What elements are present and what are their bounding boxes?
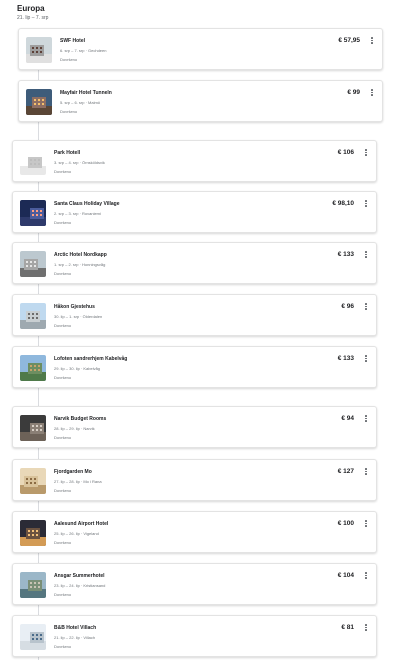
lofoten-photo <box>20 355 46 381</box>
trip-dates: 21. lip – 7. srp <box>17 15 49 21</box>
hotel-price: € 100 <box>337 520 354 527</box>
hotel-card[interactable]: SWF Hotel 6. srp – 7. srp · Gechdeen Dovrš… <box>18 28 383 70</box>
more-options-icon[interactable] <box>361 622 371 633</box>
hotel-card[interactable]: Narvik Budget Rooms 28. lip – 29. lip · N… <box>12 406 377 448</box>
hotel-card[interactable]: B&B Hotel Villach 21. lip – 22. lip · Vil… <box>12 615 377 657</box>
hotel-card[interactable]: Fjordgarden Mo 27. lip – 28. lip · Mo i R… <box>12 459 377 501</box>
more-options-icon[interactable] <box>361 353 371 364</box>
hotel-price: € 133 <box>337 355 354 362</box>
hotel-price: € 99 <box>347 89 360 96</box>
hotel-price: € 133 <box>337 251 354 258</box>
more-options-icon[interactable] <box>361 147 371 158</box>
hotel-name[interactable]: Håkon Gjestehus <box>54 304 95 310</box>
ansgar-hotel-photo <box>20 572 46 598</box>
hotel-card[interactable]: Håkon Gjestehus 30. lip – 1. srp · Ölderd… <box>12 294 377 336</box>
booking-status: Dovršeno <box>54 540 72 545</box>
hotel-price: € 57,95 <box>338 37 360 44</box>
booking-status: Dovršeno <box>54 323 72 328</box>
booking-status: Dovršeno <box>54 435 72 440</box>
hotel-dates: 3. srp – 4. srp · Örnsköldsvik <box>54 160 105 165</box>
hotel-name[interactable]: Santa Claus Holiday Village <box>54 201 120 207</box>
more-options-icon[interactable] <box>367 35 377 46</box>
hotel-dates: 5. srp – 6. srp · Malmö <box>60 100 101 105</box>
hotel-card[interactable]: Aalesund Airport Hotel 25. lip – 26. lip … <box>12 511 377 553</box>
hotel-card[interactable]: Arctic Hotel Nordkapp 1. srp – 2. srp · H… <box>12 242 377 284</box>
more-options-icon[interactable] <box>361 518 371 529</box>
hotel-name[interactable]: Lofoten sandrerhjem Kabelvåg <box>54 356 127 362</box>
hotel-price: € 127 <box>337 468 354 475</box>
booking-status: Dovršeno <box>60 57 78 62</box>
hotel-price: € 106 <box>337 149 354 156</box>
mayfair-hotel-photo <box>26 89 52 115</box>
arctic-hotel-photo <box>20 251 46 277</box>
swf-hotel-photo <box>26 37 52 63</box>
more-options-icon[interactable] <box>361 413 371 424</box>
hotel-dates: 25. lip – 26. lip · Vigeland <box>54 531 99 536</box>
hotel-dates: 2. srp – 3. srp · Rovaniemi <box>54 211 101 216</box>
hakon-gjestehus-photo <box>20 303 46 329</box>
park-hotell-photo <box>20 149 46 175</box>
hotel-name[interactable]: Aalesund Airport Hotel <box>54 521 108 527</box>
more-options-icon[interactable] <box>361 198 371 209</box>
narvik-rooms-photo <box>20 415 46 441</box>
hotel-card[interactable]: Park Hotell 3. srp – 4. srp · Örnsköldsvi… <box>12 140 377 182</box>
bb-villach-photo <box>20 624 46 650</box>
hotel-price: € 98,10 <box>332 200 354 207</box>
more-options-icon[interactable] <box>361 466 371 477</box>
hotel-card[interactable]: Santa Claus Holiday Village 2. srp – 3. s… <box>12 191 377 233</box>
santa-claus-village-photo <box>20 200 46 226</box>
hotel-dates: 27. lip – 28. lip · Mo i Rana <box>54 479 102 484</box>
more-options-icon[interactable] <box>367 87 377 98</box>
hotel-dates: 21. lip – 22. lip · Villach <box>54 635 96 640</box>
booking-status: Dovršeno <box>54 169 72 174</box>
hotel-card[interactable]: Lofoten sandrerhjem Kabelvåg 29. lip – 30… <box>12 346 377 388</box>
hotel-name[interactable]: Narvik Budget Rooms <box>54 416 106 422</box>
more-options-icon[interactable] <box>361 301 371 312</box>
hotel-name[interactable]: Arctic Hotel Nordkapp <box>54 252 107 258</box>
booking-status: Dovršeno <box>54 592 72 597</box>
hotel-dates: 28. lip – 29. lip · Narvik <box>54 426 95 431</box>
booking-status: Dovršeno <box>54 271 72 276</box>
trip-header: Europa 21. lip – 7. srp <box>17 4 48 21</box>
hotel-dates: 29. lip – 30. lip · Kabelvåg <box>54 366 101 371</box>
booking-status: Dovršeno <box>60 109 78 114</box>
hotel-name[interactable]: B&B Hotel Villach <box>54 625 96 631</box>
booking-status: Dovršeno <box>54 488 72 493</box>
aalesund-hotel-photo <box>20 520 46 546</box>
hotel-card[interactable]: Ansgar Summerhotel 23. lip – 24. lip · Kr… <box>12 563 377 605</box>
hotel-name[interactable]: Park Hotell <box>54 150 80 156</box>
hotel-price: € 81 <box>341 624 354 631</box>
hotel-price: € 104 <box>337 572 354 579</box>
booking-status: Dovršeno <box>54 644 72 649</box>
hotel-dates: 6. srp – 7. srp · Gechdeen <box>60 48 107 53</box>
hotel-name[interactable]: Fjordgarden Mo <box>54 469 92 475</box>
hotel-price: € 96 <box>341 303 354 310</box>
booking-status: Dovršeno <box>54 375 72 380</box>
hotel-name[interactable]: Mayfair Hotel Tunneln <box>60 90 112 96</box>
booking-status: Dovršeno <box>54 220 72 225</box>
hotel-name[interactable]: SWF Hotel <box>60 38 85 44</box>
hotel-card[interactable]: Mayfair Hotel Tunneln 5. srp – 6. srp · M… <box>18 80 383 122</box>
fjordgarden-photo <box>20 468 46 494</box>
hotel-dates: 30. lip – 1. srp · Ölderdalen <box>54 314 103 319</box>
trip-title: Europa <box>17 4 45 13</box>
hotel-name[interactable]: Ansgar Summerhotel <box>54 573 105 579</box>
hotel-dates: 1. srp – 2. srp · Honningsvåg <box>54 262 106 267</box>
more-options-icon[interactable] <box>361 249 371 260</box>
more-options-icon[interactable] <box>361 570 371 581</box>
hotel-dates: 23. lip – 24. lip · Kristiansand <box>54 583 106 588</box>
hotel-price: € 94 <box>341 415 354 422</box>
